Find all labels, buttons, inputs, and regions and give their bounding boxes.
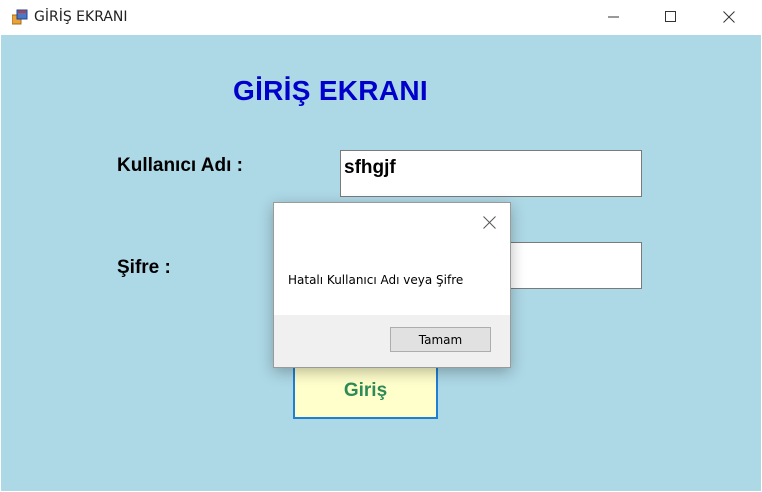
- minimize-button[interactable]: [591, 0, 637, 34]
- maximize-button[interactable]: [648, 0, 694, 34]
- password-label: Şifre :: [117, 257, 171, 278]
- close-icon: [723, 11, 735, 23]
- minimize-icon: [608, 16, 619, 18]
- dialog-close-button[interactable]: [474, 209, 504, 235]
- window-title: GİRİŞ EKRANI: [34, 9, 128, 25]
- error-message-dialog: Hatalı Kullanıcı Adı veya Şifre Tamam: [273, 202, 511, 368]
- username-label: Kullanıcı Adı :: [117, 155, 243, 176]
- close-button[interactable]: [706, 0, 752, 34]
- page-title: GİRİŞ EKRANI: [233, 75, 428, 106]
- username-input[interactable]: sfhgjf: [340, 150, 642, 197]
- dialog-message: Hatalı Kullanıcı Adı veya Şifre: [288, 273, 464, 287]
- ok-button[interactable]: Tamam: [390, 327, 491, 352]
- maximize-icon: [665, 11, 676, 22]
- close-icon: [482, 215, 496, 229]
- dialog-footer: Tamam: [274, 315, 510, 367]
- app-icon: [11, 9, 28, 25]
- login-button[interactable]: Giriş: [293, 363, 438, 419]
- app-window: GİRİŞ EKRANI GİRİŞ EKRANI Kullanıcı Adı …: [0, 0, 762, 492]
- title-bar[interactable]: GİRİŞ EKRANI: [0, 0, 762, 34]
